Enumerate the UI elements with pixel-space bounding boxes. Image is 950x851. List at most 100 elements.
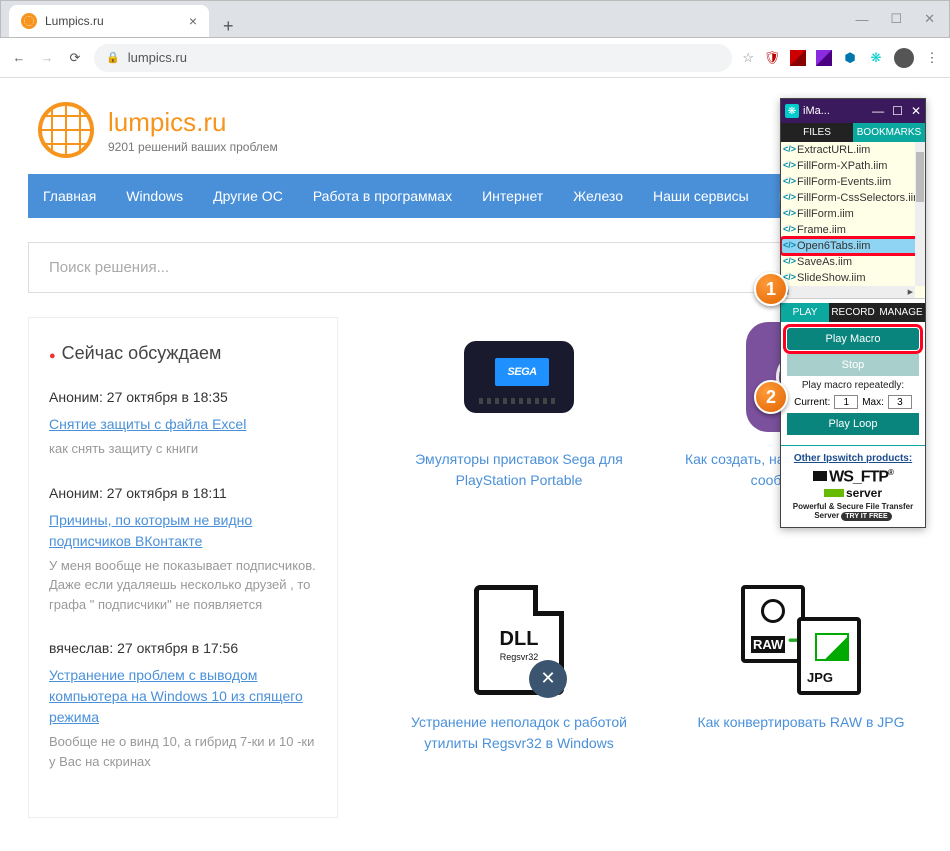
- star-icon[interactable]: ☆: [742, 50, 754, 66]
- sidebar-title: ●Сейчас обсуждаем: [49, 340, 317, 367]
- tab-close-icon[interactable]: ×: [189, 13, 197, 29]
- raw-jpg-icon: RAW ➜ JPG: [680, 580, 922, 700]
- play-loop-button[interactable]: Play Loop: [787, 413, 919, 435]
- tab-record[interactable]: RECORD: [829, 303, 877, 322]
- play-macro-button[interactable]: Play Macro: [787, 328, 919, 350]
- url-text: lumpics.ru: [128, 50, 187, 65]
- comment-link[interactable]: Причины, по которым не видно подписчиков…: [49, 512, 252, 549]
- imacros-ext-icon[interactable]: ❋: [868, 50, 884, 66]
- tab-manage[interactable]: MANAGE: [877, 303, 925, 322]
- loop-inputs: Current: Max:: [787, 395, 919, 409]
- browser-tab[interactable]: Lumpics.ru ×: [9, 5, 209, 37]
- red-dot-icon: ●: [49, 350, 56, 362]
- comment-link[interactable]: Устранение проблем с выводом компьютера …: [49, 667, 303, 725]
- card-link[interactable]: Устранение неполадок с работой утилиты R…: [398, 712, 640, 754]
- ublock-icon[interactable]: 🛡: [764, 50, 780, 66]
- nav-item[interactable]: Другие ОС: [198, 174, 298, 218]
- im-play-panel: Play Macro Stop Play macro repeatedly: C…: [781, 322, 925, 445]
- article-card: RAW ➜ JPG Как конвертировать RAW в JPG: [680, 580, 922, 819]
- nav-item[interactable]: Интернет: [467, 174, 558, 218]
- menu-icon[interactable]: ⋮: [924, 50, 940, 66]
- comment-item: Аноним: 27 октября в 18:35 Снятие защиты…: [49, 387, 317, 459]
- max-input[interactable]: [888, 395, 912, 409]
- tab-bookmarks[interactable]: BOOKMARKS: [853, 123, 925, 142]
- wsftp-ad[interactable]: WS_FTP® server Powerful & Secure File Tr…: [785, 468, 921, 521]
- im-maximize-icon[interactable]: ☐: [892, 104, 903, 118]
- tab-play[interactable]: PLAY: [781, 303, 829, 322]
- max-label: Max:: [862, 397, 884, 408]
- imacros-panel: ❋ iMa... — ☐ ✕ FILES BOOKMARKS ExtractUR…: [780, 98, 926, 528]
- dll-icon: DLLRegsvr32✕: [398, 580, 640, 700]
- card-link[interactable]: Как конвертировать RAW в JPG: [680, 712, 922, 733]
- repeat-label: Play macro repeatedly:: [787, 380, 919, 391]
- browser-titlebar: Lumpics.ru × + — ☐ ✕: [0, 0, 950, 38]
- lock-icon: 🔒: [106, 51, 120, 64]
- url-input[interactable]: 🔒 lumpics.ru: [94, 44, 732, 72]
- logo-icon[interactable]: [38, 102, 94, 158]
- ipswitch-link[interactable]: Other Ipswitch products:: [794, 453, 912, 464]
- reload-icon[interactable]: ⟳: [66, 50, 84, 66]
- profile-avatar-icon[interactable]: [894, 48, 914, 68]
- file-item-selected[interactable]: Open6Tabs.iim: [781, 238, 925, 254]
- nav-item[interactable]: Наши сервисы: [638, 174, 764, 218]
- file-item[interactable]: SaveAs.iim: [781, 254, 925, 270]
- nav-item[interactable]: Windows: [111, 174, 198, 218]
- file-item[interactable]: FillForm-XPath.iim: [781, 158, 925, 174]
- comment-item: вячеслав: 27 октября в 17:56 Устранение …: [49, 638, 317, 771]
- ext-cube-red-icon[interactable]: [790, 50, 806, 66]
- address-bar: ← → ⟳ 🔒 lumpics.ru ☆ 🛡 ⬢ ❋ ⋮: [0, 38, 950, 78]
- search-placeholder: Поиск решения...: [49, 259, 169, 276]
- imacros-app-icon: ❋: [785, 104, 799, 118]
- file-item[interactable]: Frame.iim: [781, 222, 925, 238]
- callout-2: 2: [754, 380, 788, 414]
- sega-icon: [398, 317, 640, 437]
- imacros-titlebar[interactable]: ❋ iMa... — ☐ ✕: [781, 99, 925, 123]
- tab-title: Lumpics.ru: [45, 14, 104, 28]
- article-card: DLLRegsvr32✕ Устранение неполадок с рабо…: [398, 580, 640, 819]
- new-tab-button[interactable]: +: [209, 16, 248, 37]
- im-top-tabs: FILES BOOKMARKS: [781, 123, 925, 142]
- stop-button: Stop: [787, 354, 919, 376]
- nav-item[interactable]: Главная: [28, 174, 111, 218]
- nav-item[interactable]: Работа в программах: [298, 174, 467, 218]
- comment-body: Вообще не о винд 10, а гибрид 7-ки и 10 …: [49, 732, 317, 771]
- sidebar-discussions: ●Сейчас обсуждаем Аноним: 27 октября в 1…: [28, 317, 338, 818]
- file-item[interactable]: FillForm-CssSelectors.iin: [781, 190, 925, 206]
- favicon-icon: [21, 13, 37, 29]
- current-input[interactable]: [834, 395, 858, 409]
- comment-item: Аноним: 27 октября в 18:11 Причины, по к…: [49, 483, 317, 615]
- comment-body: как снять защиту с книги: [49, 439, 317, 459]
- minimize-icon[interactable]: —: [855, 12, 868, 27]
- article-card: Эмуляторы приставок Sega для PlayStation…: [398, 317, 640, 556]
- im-file-list: ExtractURL.iim FillForm-XPath.iim FillFo…: [781, 142, 925, 299]
- comment-meta: Аноним: 27 октября в 18:35: [49, 387, 317, 408]
- back-icon[interactable]: ←: [10, 50, 28, 65]
- ext-cube-icon[interactable]: [816, 50, 832, 66]
- file-item[interactable]: FillForm-Events.iim: [781, 174, 925, 190]
- current-label: Current:: [794, 397, 830, 408]
- close-icon[interactable]: ✕: [924, 11, 935, 27]
- comment-link[interactable]: Снятие защиты с файла Excel: [49, 416, 246, 432]
- file-item[interactable]: SlideShow.iim: [781, 270, 925, 286]
- im-action-tabs: PLAY RECORD MANAGE: [781, 303, 925, 322]
- comment-meta: Аноним: 27 октября в 18:11: [49, 483, 317, 504]
- site-subtitle: 9201 решений ваших проблем: [108, 140, 278, 154]
- file-item[interactable]: FillForm.iim: [781, 206, 925, 222]
- tab-files[interactable]: FILES: [781, 123, 853, 142]
- file-item[interactable]: ExtractURL.iim: [781, 142, 925, 158]
- nav-item[interactable]: Железо: [558, 174, 638, 218]
- im-footer: Other Ipswitch products: WS_FTP® server …: [781, 445, 925, 527]
- comment-body: У меня вообще не показывает подписчиков.…: [49, 556, 317, 615]
- maximize-icon[interactable]: ☐: [890, 11, 902, 27]
- imacros-title: iMa...: [803, 105, 830, 117]
- im-close-icon[interactable]: ✕: [911, 104, 921, 118]
- site-title: lumpics.ru: [108, 107, 278, 138]
- callout-1: 1: [754, 272, 788, 306]
- im-minimize-icon[interactable]: —: [872, 104, 884, 118]
- ext-owl-icon[interactable]: ⬢: [842, 50, 858, 66]
- extensions: 🛡 ⬢ ❋ ⋮: [764, 48, 940, 68]
- window-controls: — ☐ ✕: [855, 1, 949, 37]
- card-link[interactable]: Эмуляторы приставок Sega для PlayStation…: [398, 449, 640, 491]
- scrollbar-vertical[interactable]: [915, 142, 925, 286]
- scrollbar-horizontal[interactable]: [781, 286, 915, 298]
